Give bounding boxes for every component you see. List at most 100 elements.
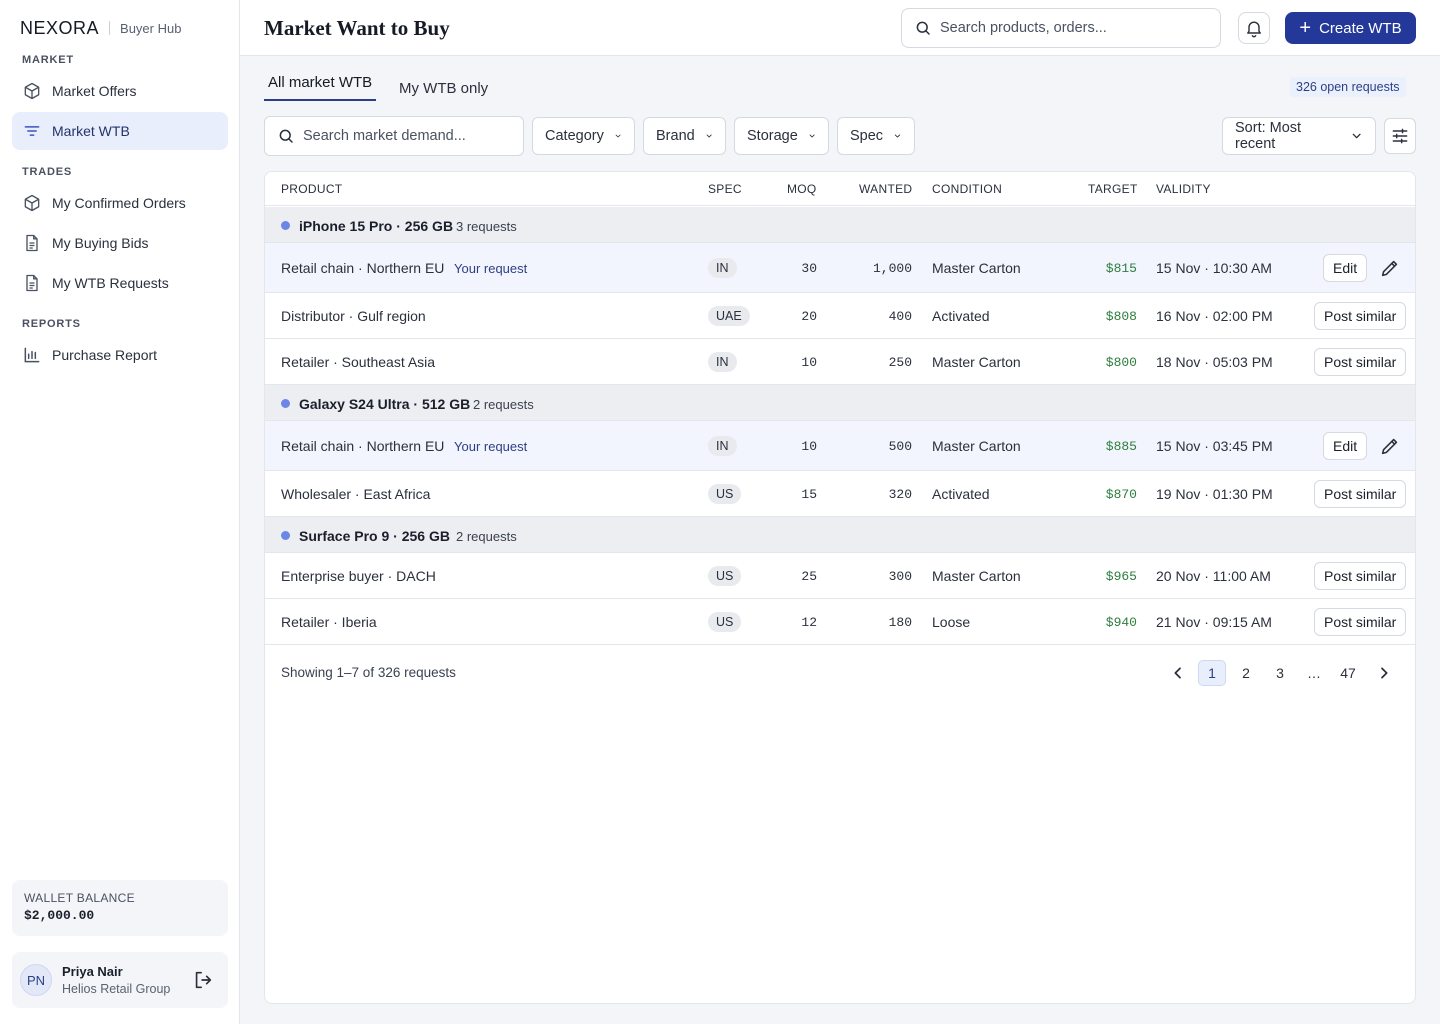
- pagination-summary: Showing 1–7 of 326 requests: [281, 665, 456, 680]
- sidebar-item-buying-bids[interactable]: My Buying Bids: [12, 224, 228, 262]
- edit-button[interactable]: Edit: [1323, 254, 1368, 282]
- sidebar-item-purchase-report[interactable]: Purchase Report: [12, 336, 228, 374]
- group-dot: [281, 221, 290, 230]
- sidebar-item-confirmed-orders[interactable]: My Confirmed Orders: [12, 184, 228, 222]
- sidebar-item-label: Market WTB: [52, 123, 130, 139]
- wanted-value: 180: [888, 615, 912, 630]
- sidebar: NEXORA Buyer Hub MARKET Market Offers Ma…: [0, 0, 240, 1024]
- storage-filter-label: Storage: [747, 128, 798, 144]
- sidebar-item-market-wtb[interactable]: Market WTB: [12, 112, 228, 150]
- table-row[interactable]: Retail chain · Northern EU Your request …: [265, 243, 1415, 293]
- group-request-count: 2 requests: [473, 397, 534, 412]
- your-request-label: Your request: [454, 261, 528, 276]
- product-group-header[interactable]: Galaxy S24 Ultra · 512 GB 2 requests: [265, 385, 1415, 421]
- prev-page-button[interactable]: [1165, 660, 1191, 686]
- table-row[interactable]: Retail chain · Northern EU Your request …: [265, 421, 1415, 471]
- page-button-3[interactable]: 3: [1267, 660, 1293, 686]
- condition-value: Master Carton: [932, 568, 1021, 584]
- global-search[interactable]: [901, 8, 1221, 48]
- sidebar-item-wtb-requests[interactable]: My WTB Requests: [12, 264, 228, 302]
- nav-section-market: MARKET: [22, 54, 74, 66]
- product-group-header[interactable]: iPhone 15 Pro · 256 GB 3 requests: [265, 207, 1415, 243]
- storage-filter[interactable]: Storage: [734, 117, 829, 155]
- table-row[interactable]: Retailer · Iberia US 12 180 Loose $940 2…: [265, 599, 1415, 645]
- chevron-left-icon: [1174, 667, 1181, 679]
- validity-value: 15 Nov · 10:30 AM: [1156, 260, 1272, 276]
- sidebar-item-label: Purchase Report: [52, 347, 158, 363]
- sidebar-item-market-offers[interactable]: Market Offers: [12, 72, 228, 110]
- column-moq: MOQ: [787, 182, 817, 196]
- brand-divider: [109, 21, 111, 35]
- target-price: $885: [1105, 439, 1137, 454]
- group-product-name: Surface Pro 9 · 256 GB: [299, 528, 450, 544]
- group-product-name: iPhone 15 Pro · 256 GB: [299, 218, 454, 234]
- page-button-2[interactable]: 2: [1233, 660, 1259, 686]
- spec-badge: US: [708, 612, 742, 632]
- target-price: $808: [1105, 309, 1137, 324]
- wanted-value: 250: [888, 355, 912, 370]
- column-product: PRODUCT: [281, 182, 343, 196]
- table-row[interactable]: Distributor · Gulf region UAE 20 400 Act…: [265, 293, 1415, 339]
- spec-filter[interactable]: Spec: [837, 117, 915, 155]
- global-search-input[interactable]: [940, 20, 1190, 36]
- wanted-value: 500: [888, 439, 912, 454]
- open-requests-badge: 326 open requests: [1290, 77, 1406, 97]
- view-settings-button[interactable]: [1384, 118, 1416, 154]
- buyer-name: Enterprise buyer · DACH: [281, 568, 436, 584]
- wallet-balance: WALLET BALANCE $2,000.00: [12, 880, 228, 936]
- product-group-header[interactable]: Surface Pro 9 · 256 GB 2 requests: [265, 517, 1415, 553]
- table-row[interactable]: Enterprise buyer · DACH US 25 300 Master…: [265, 553, 1415, 599]
- tab-all-market-wtb[interactable]: All market WTB: [264, 74, 377, 101]
- brand-subtitle: Buyer Hub: [120, 20, 182, 36]
- post-similar-button[interactable]: Post similar: [1314, 608, 1407, 636]
- pencil-icon[interactable]: [1379, 435, 1401, 457]
- group-dot: [281, 399, 290, 408]
- condition-value: Master Carton: [932, 354, 1021, 370]
- user-name: Priya Nair: [62, 964, 123, 979]
- cube-icon: [24, 194, 40, 212]
- sliders-icon: [1392, 128, 1408, 144]
- column-validity: VALIDITY: [1156, 182, 1211, 196]
- spec-filter-label: Spec: [850, 128, 884, 144]
- logout-icon[interactable]: [192, 969, 214, 991]
- notifications-button[interactable]: [1238, 12, 1270, 44]
- buyer-name: Retail chain · Northern EU: [281, 438, 445, 454]
- pencil-icon[interactable]: [1379, 257, 1401, 279]
- page-button-1[interactable]: 1: [1198, 660, 1226, 686]
- next-page-button[interactable]: [1371, 660, 1397, 686]
- chevron-down-icon: [615, 134, 621, 138]
- page-button-47[interactable]: 47: [1335, 660, 1361, 686]
- table-row[interactable]: Wholesaler · East Africa US 15 320 Activ…: [265, 471, 1415, 517]
- nav-section-reports: REPORTS: [22, 318, 81, 330]
- group-request-count: 3 requests: [456, 219, 517, 234]
- top-bar: Market Want to Buy + Create WTB: [240, 0, 1440, 56]
- market-search-input[interactable]: [303, 128, 503, 144]
- group-product-name: Galaxy S24 Ultra · 512 GB: [299, 396, 471, 412]
- column-spec: SPEC: [708, 182, 742, 196]
- brand[interactable]: NEXORA Buyer Hub: [20, 18, 181, 38]
- wanted-value: 400: [888, 309, 912, 324]
- category-filter[interactable]: Category: [532, 117, 635, 155]
- tab-my-wtb-only[interactable]: My WTB only: [399, 80, 488, 107]
- avatar: PN: [20, 964, 52, 996]
- brand-filter[interactable]: Brand: [643, 117, 726, 155]
- create-wtb-button[interactable]: + Create WTB: [1285, 12, 1416, 44]
- post-similar-button[interactable]: Post similar: [1314, 302, 1407, 330]
- group-dot: [281, 531, 290, 540]
- post-similar-button[interactable]: Post similar: [1314, 562, 1407, 590]
- post-similar-button[interactable]: Post similar: [1314, 348, 1407, 376]
- chevron-down-icon: [894, 134, 901, 138]
- market-search[interactable]: [264, 116, 524, 156]
- sidebar-item-label: My Confirmed Orders: [52, 195, 186, 211]
- buyer-name: Retailer · Southeast Asia: [281, 354, 436, 370]
- chevron-down-icon: [809, 134, 815, 138]
- post-similar-button[interactable]: Post similar: [1314, 480, 1407, 508]
- user-card: PN Priya Nair Helios Retail Group: [12, 952, 228, 1008]
- bar-chart-icon: [24, 347, 40, 363]
- wallet-label: WALLET BALANCE: [24, 891, 135, 905]
- moq-value: 10: [801, 439, 817, 454]
- table-row[interactable]: Retailer · Southeast Asia IN 10 250 Mast…: [265, 339, 1415, 385]
- sort-dropdown[interactable]: Sort: Most recent: [1222, 117, 1376, 155]
- edit-button[interactable]: Edit: [1323, 432, 1368, 460]
- spec-badge: US: [708, 566, 742, 586]
